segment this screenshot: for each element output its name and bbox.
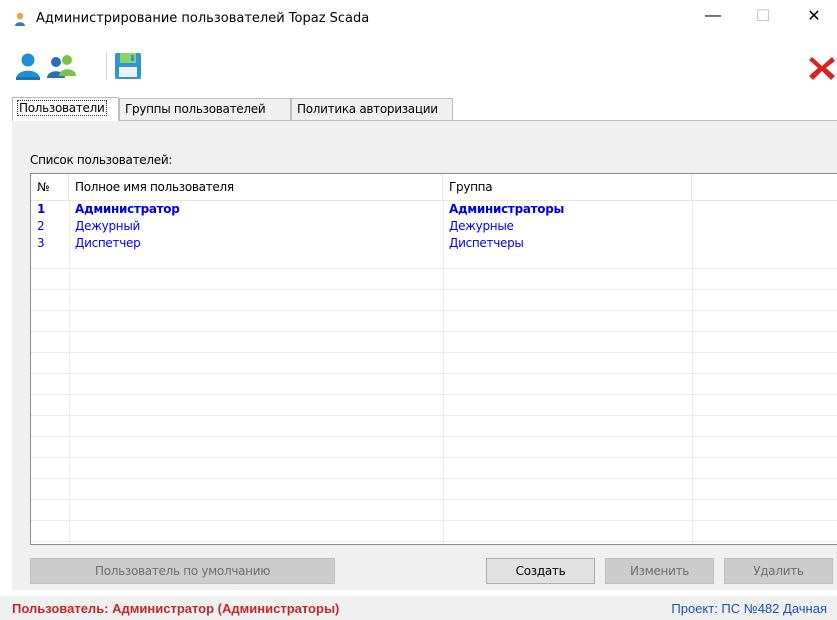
save-icon[interactable] xyxy=(112,50,144,82)
cell-number: 3 xyxy=(37,236,45,250)
minimize-button[interactable]: — xyxy=(690,0,736,32)
table-row[interactable]: 2 Дежурный Дежурные xyxy=(31,218,837,235)
users-group-icon[interactable] xyxy=(45,50,77,82)
empty-row xyxy=(31,273,837,290)
users-table[interactable]: № Полное имя пользователя Группа 1 Админ… xyxy=(30,173,837,545)
empty-row xyxy=(31,336,837,353)
status-bar: Пользователь: Администратор (Администрат… xyxy=(0,596,837,620)
table-header: № Полное имя пользователя Группа xyxy=(31,174,837,201)
users-list-label: Список пользователей: xyxy=(30,153,173,167)
column-header-group[interactable]: Группа xyxy=(443,174,692,201)
empty-row xyxy=(31,357,837,374)
table-row[interactable]: 1 Администратор Администраторы xyxy=(31,201,837,218)
status-current-user: Пользователь: Администратор (Администрат… xyxy=(12,601,340,616)
users-tab-panel: Список пользователей: № Полное имя польз… xyxy=(12,120,837,590)
cell-group: Дежурные xyxy=(449,219,514,233)
column-header-number[interactable]: № xyxy=(31,174,69,201)
title-bar: Администрирование пользователей Topaz Sc… xyxy=(0,0,837,38)
create-button[interactable]: Создать xyxy=(486,558,595,584)
tab-auth-policy-label: Политика авторизации xyxy=(297,102,438,116)
empty-row xyxy=(31,525,837,542)
table-row[interactable]: 3 Диспетчер Диспетчеры xyxy=(31,235,837,252)
cell-group: Диспетчеры xyxy=(449,236,524,250)
user-icon[interactable] xyxy=(12,50,44,82)
empty-row xyxy=(31,315,837,332)
empty-row xyxy=(31,441,837,458)
cell-number: 2 xyxy=(37,219,45,233)
column-header-full-name[interactable]: Полное имя пользователя xyxy=(69,174,443,201)
column-header-empty xyxy=(692,174,837,201)
cell-full-name: Администратор xyxy=(75,202,180,216)
empty-row xyxy=(31,483,837,500)
empty-row xyxy=(31,294,837,311)
empty-row xyxy=(31,420,837,437)
window-title: Администрирование пользователей Topaz Sc… xyxy=(36,11,370,26)
tab-user-groups-label: Группы пользователей xyxy=(125,102,266,116)
app-user-icon xyxy=(15,12,25,26)
maximize-button[interactable]: ☐ xyxy=(740,0,786,32)
tab-users-label: Пользователи xyxy=(17,100,107,116)
empty-row xyxy=(31,462,837,479)
empty-row xyxy=(31,252,837,269)
cell-full-name: Дежурный xyxy=(75,219,141,233)
status-project: Проект: ПС №482 Дачная xyxy=(671,601,827,616)
delete-button[interactable]: Удалить xyxy=(724,558,833,584)
tab-auth-policy[interactable]: Политика авторизации xyxy=(291,98,453,120)
empty-row xyxy=(31,399,837,416)
exit-icon[interactable] xyxy=(806,52,837,84)
toolbar-separator xyxy=(106,52,107,80)
cell-full-name: Диспетчер xyxy=(75,236,141,250)
tab-user-groups[interactable]: Группы пользователей xyxy=(119,98,291,120)
default-user-button[interactable]: Пользователь по умолчанию xyxy=(30,558,335,584)
tab-users[interactable]: Пользователи xyxy=(12,97,119,121)
empty-row xyxy=(31,504,837,521)
toolbar xyxy=(0,42,837,90)
edit-button[interactable]: Изменить xyxy=(605,558,714,584)
cell-number: 1 xyxy=(37,202,46,216)
close-button[interactable]: ✕ xyxy=(791,0,837,32)
empty-row xyxy=(31,378,837,395)
cell-group: Администраторы xyxy=(449,202,565,216)
